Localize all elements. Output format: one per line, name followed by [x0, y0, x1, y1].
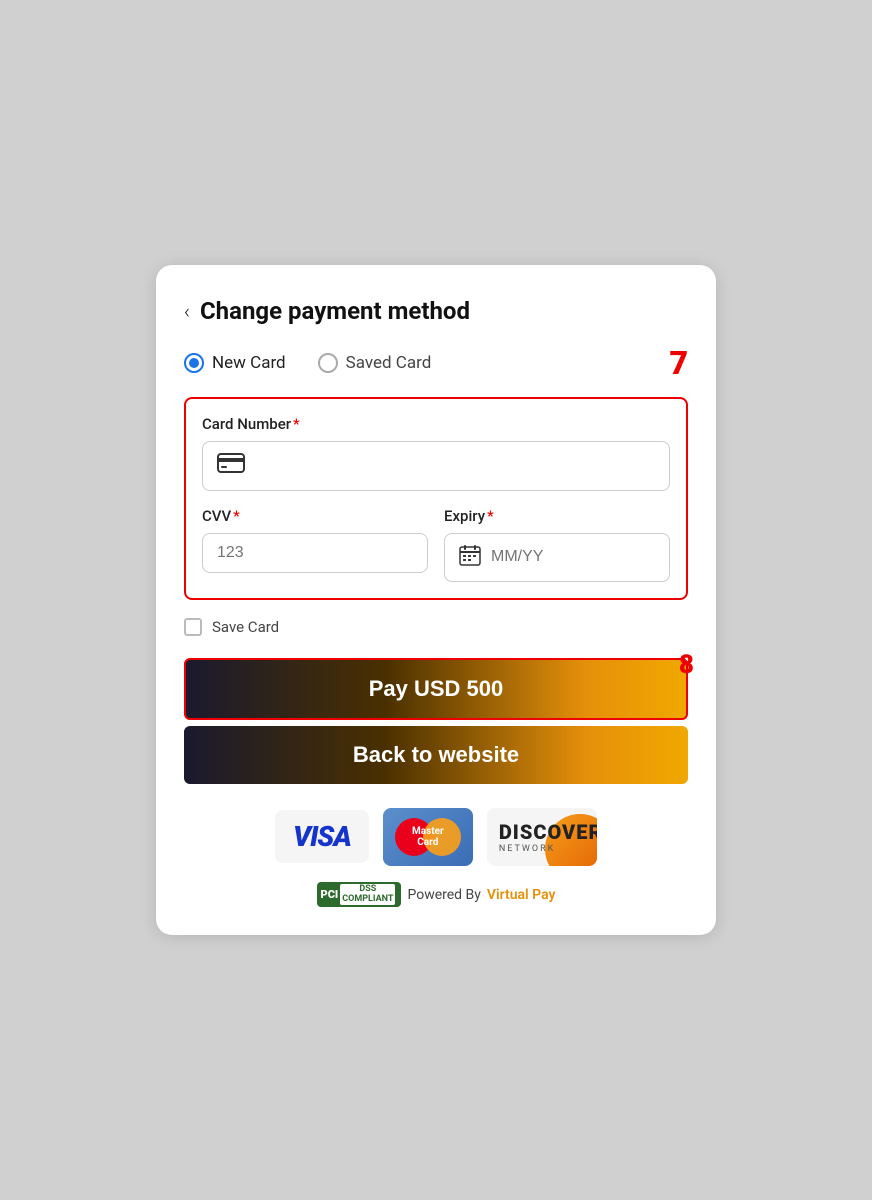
discover-text: DISCOVER — [499, 820, 597, 844]
expiry-required: * — [487, 507, 494, 525]
payment-method-tabs: New Card Saved Card 7 — [184, 347, 688, 379]
payment-card: ‹ Change payment method New Card Saved C… — [156, 265, 716, 936]
pci-dss-text: DSSCOMPLIANT — [340, 884, 395, 906]
discover-sub: NETWORK — [499, 844, 555, 854]
cvv-field-group: CVV* — [202, 507, 428, 582]
cvv-required: * — [233, 507, 240, 525]
card-number-label: Card Number* — [202, 415, 670, 433]
pay-button[interactable]: Pay USD 500 — [184, 658, 688, 720]
pci-badge: PCI DSSCOMPLIANT — [317, 882, 402, 908]
credit-card-icon — [217, 452, 245, 480]
badge-7: 7 — [669, 347, 688, 379]
cvv-input[interactable] — [217, 544, 413, 562]
cvv-input-wrapper — [202, 533, 428, 573]
back-button-label: Back to website — [353, 742, 519, 768]
tab-saved-card[interactable]: Saved Card — [318, 353, 432, 373]
card-number-required: * — [293, 415, 300, 433]
cvv-expiry-row: CVV* Expiry* — [202, 507, 670, 582]
save-card-label: Save Card — [212, 618, 279, 636]
saved-card-label: Saved Card — [346, 353, 432, 373]
pay-button-label: Pay USD 500 — [369, 676, 504, 702]
pay-button-container: Pay USD 500 8 ← — [184, 658, 688, 720]
expiry-label: Expiry* — [444, 507, 670, 525]
powered-by-row: PCI DSSCOMPLIANT Powered By Virtual Pay — [184, 882, 688, 908]
back-button[interactable]: ‹ — [184, 299, 190, 323]
tab-new-card[interactable]: New Card — [184, 353, 286, 373]
expiry-input[interactable] — [491, 548, 655, 566]
calendar-icon — [459, 544, 481, 571]
badge-8: 8 — [679, 650, 694, 680]
expiry-field-group: Expiry* — [444, 507, 670, 582]
card-number-input[interactable] — [255, 457, 655, 475]
save-card-row: Save Card — [184, 618, 688, 636]
expiry-input-wrapper — [444, 533, 670, 582]
discover-logo: DISCOVER NETWORK — [487, 808, 597, 866]
cvv-label: CVV* — [202, 507, 428, 525]
virtual-pay-label: Virtual Pay — [487, 887, 556, 903]
saved-card-radio[interactable] — [318, 353, 338, 373]
new-card-label: New Card — [212, 353, 286, 373]
page-title: Change payment method — [200, 297, 470, 325]
card-form-section: Card Number* CVV* — [184, 397, 688, 600]
page-header: ‹ Change payment method — [184, 297, 688, 325]
pci-text: PCI — [321, 888, 339, 901]
save-card-checkbox[interactable] — [184, 618, 202, 636]
powered-by-text: Powered By — [407, 887, 480, 903]
new-card-radio[interactable] — [184, 353, 204, 373]
mastercard-logo: MasterCard — [383, 808, 473, 866]
visa-logo: VISA — [275, 810, 369, 863]
mastercard-text: MasterCard — [412, 826, 444, 848]
payment-logos: VISA MasterCard DISCOVER NETWORK — [184, 808, 688, 866]
card-number-input-wrapper — [202, 441, 670, 491]
back-to-website-button[interactable]: Back to website — [184, 726, 688, 784]
